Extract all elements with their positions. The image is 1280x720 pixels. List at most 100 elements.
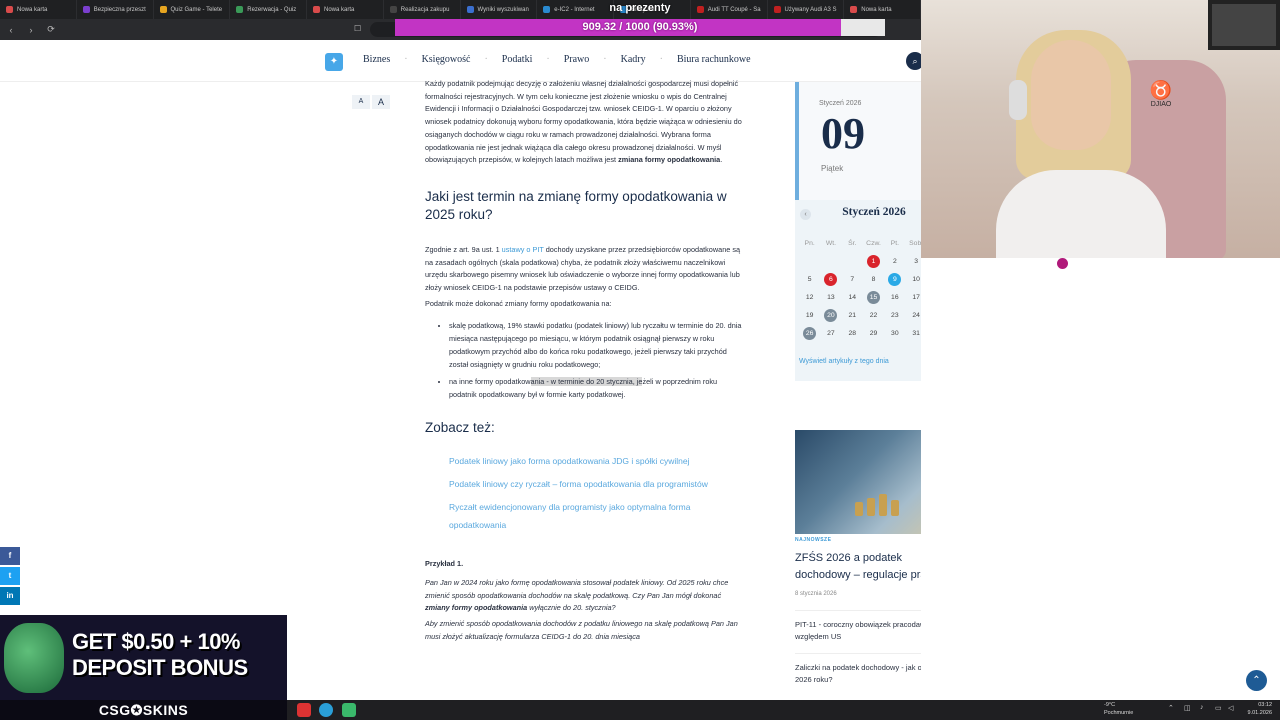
calendar-widget: ‹ Styczeń 2026 Pn.Wt.Śr.Czw.Pt.Sob.12345… <box>795 200 921 381</box>
pit-law-link[interactable]: ustawy o PIT <box>502 245 544 254</box>
site-navigation: ✦ Biznes · Księgowość · Podatki · Prawo · Kadry ·… <box>0 40 921 82</box>
see-also-link[interactable]: Podatek liniowy jako forma opodatkowania… <box>449 452 745 470</box>
see-also-link[interactable]: Ryczałt ewidencjonowany dla programisty … <box>449 498 745 534</box>
nav-item[interactable]: Podatki <box>502 54 533 65</box>
weather-widget[interactable]: -9°C Pochmurnie <box>1090 701 1150 717</box>
casino-ad-banner[interactable]: GET $0.50 + 10% DEPOSIT BONUS CSG✪SKINS <box>0 615 287 720</box>
nav-separator: · <box>659 54 663 65</box>
calendar-day[interactable]: 2 <box>888 255 901 268</box>
nav-item[interactable]: Księgowość <box>422 54 471 65</box>
calendar-grid: Pn.Wt.Śr.Czw.Pt.Sob.12345678910111213141… <box>799 234 921 342</box>
tray-chevron-icon[interactable]: ⌃ <box>1168 704 1174 712</box>
calendar-day[interactable]: 30 <box>888 327 901 340</box>
calendar-day[interactable]: 23 <box>888 309 901 322</box>
calendar-day[interactable]: 3 <box>910 255 921 268</box>
headset-icon <box>1009 80 1027 120</box>
calendar-day[interactable]: 17 <box>910 291 921 304</box>
browser-window: Nowa karta Bezpieczna przeszt Quiz Game - … <box>0 0 921 700</box>
network-icon[interactable]: ◫ <box>1184 704 1191 712</box>
latest-tag: NAJNOWSZE <box>795 537 832 543</box>
scroll-to-top-icon[interactable]: ⌃ <box>1246 670 1267 691</box>
browser-tab[interactable]: Nowa karta <box>307 0 384 19</box>
calendar-day[interactable]: 10 <box>910 273 921 286</box>
back-icon[interactable]: ‹ <box>6 25 16 35</box>
background-region <box>921 258 1280 700</box>
brave-browser-icon[interactable] <box>297 703 311 717</box>
font-larger-button[interactable]: A <box>372 95 390 109</box>
forward-icon[interactable]: › <box>26 25 36 35</box>
calendar-day[interactable]: 14 <box>846 291 859 304</box>
bookmark-icon[interactable]: ☐ <box>354 24 361 33</box>
nav-separator: · <box>603 54 607 65</box>
list-item: skalę podatkową, 19% stawki podatku (pod… <box>449 320 745 371</box>
list-item: na inne formy opodatkowania - w terminie… <box>449 376 745 401</box>
calendar-weekday: Sob. <box>909 239 921 247</box>
calendar-day[interactable]: 24 <box>910 309 921 322</box>
calendar-day[interactable]: 9 <box>888 272 902 286</box>
calendar-day[interactable]: 16 <box>888 291 901 304</box>
browser-tab[interactable]: Quiz Game - Telete <box>154 0 231 19</box>
coin-stack <box>867 498 875 516</box>
browser-tab[interactable]: Rezerwacja - Quiz <box>230 0 307 19</box>
nav-separator: · <box>484 54 488 65</box>
calendar-day[interactable]: 7 <box>846 273 859 286</box>
calendar-day[interactable]: 28 <box>846 327 859 340</box>
search-icon[interactable]: ⌕ <box>906 52 921 70</box>
calendar-day[interactable]: 6 <box>824 272 838 286</box>
display-icon[interactable]: ▭ <box>1215 704 1222 712</box>
nav-item[interactable]: Biura rachunkowe <box>677 54 751 65</box>
calendar-day[interactable]: 26 <box>803 326 817 340</box>
calendar-day[interactable]: 29 <box>867 327 880 340</box>
social-share-icon[interactable]: f <box>0 547 20 565</box>
selected-text: ania - w terminie do 20 stycznia, je <box>530 377 643 387</box>
calendar-day[interactable]: 5 <box>803 273 816 286</box>
date-widget: Styczeń 2026 09 Piątek <box>795 82 921 200</box>
nav-separator: · <box>404 54 408 65</box>
section-heading: Jaki jest termin na zmianę formy opodatk… <box>425 188 727 222</box>
see-also-link[interactable]: Podatek liniowy czy ryczałt – forma opod… <box>449 475 745 493</box>
volume-icon[interactable]: ◁ <box>1228 704 1233 712</box>
tab-label: Nowa karta <box>324 6 355 13</box>
calendar-day[interactable]: 27 <box>824 327 837 340</box>
nav-item[interactable]: Kadry <box>621 54 646 65</box>
reload-icon[interactable]: ⟳ <box>46 24 56 35</box>
calendar-weekday: Wt. <box>825 239 837 247</box>
calendar-day[interactable]: 19 <box>803 309 816 322</box>
social-share-icon[interactable]: t <box>0 567 20 585</box>
calendar-day[interactable]: 22 <box>867 309 880 322</box>
browser-tab[interactable]: Bezpieczna przeszt <box>77 0 154 19</box>
calendar-day[interactable]: 13 <box>824 291 837 304</box>
microphone-icon[interactable]: ♪ <box>1200 704 1204 711</box>
nav-item[interactable]: Biznes <box>363 54 390 65</box>
taskbar-clock[interactable]: 03:12 9.01.2026 <box>1240 701 1272 717</box>
ad-subheadline: DEPOSIT BONUS <box>72 655 248 680</box>
calendar-day[interactable]: 12 <box>803 291 816 304</box>
coin-stack <box>879 494 887 516</box>
options-list: skalę podatkową, 19% stawki podatku (pod… <box>425 320 745 401</box>
nav-separator: · <box>546 54 550 65</box>
browser-tab[interactable]: Nowa karta <box>0 0 77 19</box>
tab-favicon-icon <box>159 6 167 13</box>
calendar-day[interactable]: 31 <box>910 327 921 340</box>
calendar-day[interactable]: 1 <box>867 254 881 268</box>
file-icon[interactable] <box>342 703 356 717</box>
nav-item[interactable]: Prawo <box>564 54 590 65</box>
calendar-day <box>803 255 816 268</box>
ad-headline: GET $0.50 + 10% <box>72 629 241 654</box>
coin-stack <box>891 500 899 516</box>
calendar-day[interactable]: 15 <box>867 290 881 304</box>
font-smaller-button[interactable]: A <box>352 95 370 109</box>
calendar-weekday: Czw. <box>866 239 881 247</box>
calendar-articles-link[interactable]: Wyświetl artykuły z tego dnia <box>799 358 889 365</box>
tab-favicon-icon <box>313 6 320 13</box>
date-day: 09 <box>821 109 865 158</box>
calendar-day[interactable]: 21 <box>846 309 859 322</box>
site-logo-icon[interactable]: ✦ <box>325 53 343 71</box>
calendar-day[interactable]: 8 <box>867 273 880 286</box>
app-icon[interactable] <box>319 703 333 717</box>
example-text: Pan Jan w 2024 roku jako formę opodatkow… <box>425 578 729 613</box>
social-share-icon[interactable]: in <box>0 587 20 605</box>
calendar-day[interactable]: 20 <box>824 308 838 322</box>
tab-label: Quiz Game - Telete <box>170 6 223 13</box>
ad-brand: CSG✪SKINS <box>0 700 287 720</box>
